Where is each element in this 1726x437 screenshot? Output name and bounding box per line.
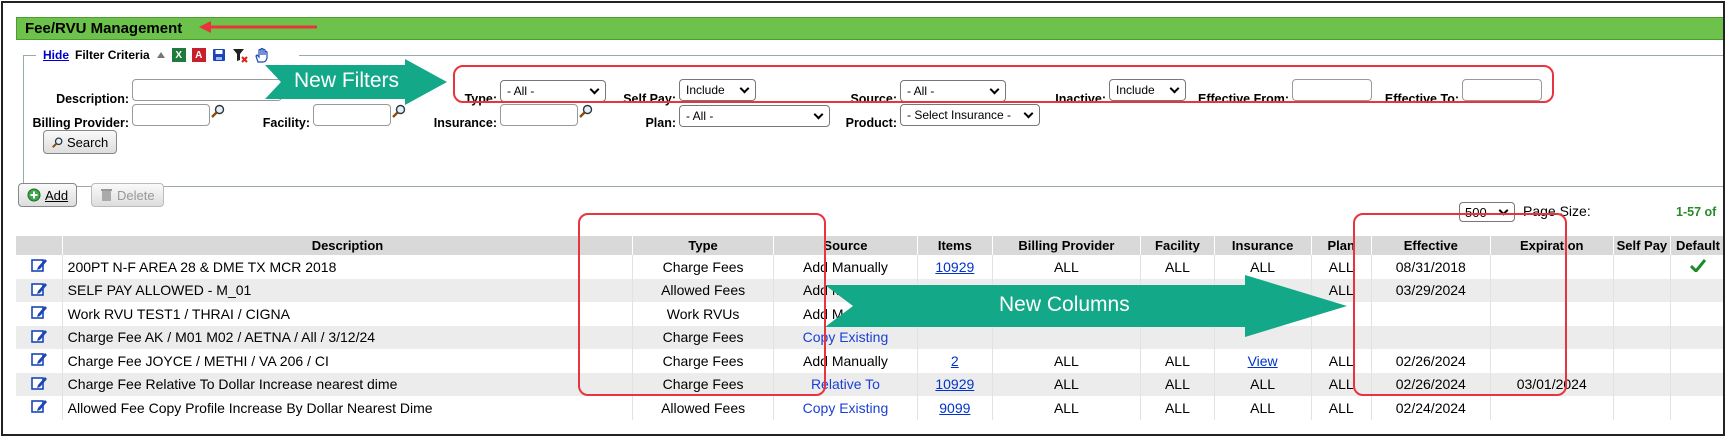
edit-icon[interactable] (31, 376, 47, 390)
facility-cell: ALL (1164, 258, 1190, 275)
description-cell: Work RVU TEST1 / THRAI / CIGNA (67, 305, 290, 322)
clear-filter-icon[interactable] (232, 48, 248, 63)
save-icon[interactable] (212, 48, 226, 62)
filter-legend: Hide Filter Criteria X A (39, 46, 272, 64)
type-source-highlight (578, 213, 826, 396)
insurance-cell: ALL (1250, 258, 1276, 275)
billing-provider-cell: ALL (1053, 258, 1079, 275)
edit-icon[interactable] (31, 352, 47, 367)
edit-icon[interactable] (31, 399, 47, 414)
column-header[interactable]: Facility (1140, 236, 1215, 255)
billing-provider-label: Billing Provider: (32, 116, 129, 130)
description-cell: SELF PAY ALLOWED - M_01 (67, 282, 252, 299)
billing-provider-search-icon[interactable] (211, 104, 225, 118)
plan-cell: ALL (1328, 399, 1354, 416)
facility-cell: ALL (1164, 352, 1190, 369)
insurance-input[interactable] (500, 104, 578, 126)
delete-button[interactable]: Delete (91, 183, 164, 207)
record-range: 1-57 of (1676, 205, 1717, 219)
page-title: Fee/RVU Management (25, 20, 183, 37)
billing-provider-cell: ALL (1053, 376, 1079, 393)
facility-label: Facility: (262, 116, 310, 130)
description-cell: 200PT N-F AREA 28 & DME TX MCR 2018 (67, 258, 337, 275)
billing-provider-cell: ALL (1053, 399, 1079, 416)
filter-criteria-label: Filter Criteria (75, 48, 150, 62)
insurance-cell: ALL (1250, 399, 1276, 416)
edit-icon[interactable] (31, 258, 47, 273)
title-pointer-arrow-icon (199, 21, 317, 33)
plan-label: Plan: (645, 116, 676, 130)
description-label: Description: (56, 92, 129, 106)
product-select[interactable]: - Select Insurance - (900, 104, 1040, 126)
source-link[interactable]: Copy Existing (803, 400, 889, 416)
excel-export-icon[interactable]: X (171, 48, 186, 62)
column-header (16, 236, 63, 255)
edit-icon[interactable] (31, 329, 47, 343)
hide-filter-link[interactable]: Hide (43, 48, 69, 62)
search-icon (52, 137, 63, 148)
description-cell: Charge Fee JOYCE / METHI / VA 206 / CI (67, 352, 329, 369)
new-filters-callout-text: New Filters (294, 69, 400, 92)
billing-provider-input[interactable] (132, 104, 210, 126)
items-link[interactable]: 9099 (939, 400, 970, 416)
new-columns-highlight (1353, 213, 1567, 396)
billing-provider-cell: ALL (1053, 352, 1079, 369)
description-cell: Charge Fee Relative To Dollar Increase n… (67, 376, 398, 393)
product-label: Product: (845, 116, 897, 130)
table-row[interactable]: Allowed Fee Copy Profile Increase By Dol… (16, 396, 1723, 420)
default-check-icon (1689, 258, 1707, 273)
facility-search-icon[interactable] (392, 104, 406, 118)
description-cell: Allowed Fee Copy Profile Increase By Dol… (67, 399, 433, 416)
new-columns-callout-text: New Columns (999, 293, 1130, 316)
app-frame: Fee/RVU Management Hide Filter Criteria … (1, 1, 1725, 436)
type-cell: Allowed Fees (661, 399, 746, 416)
items-link[interactable]: 10929 (935, 376, 974, 392)
plan-select[interactable]: - All - (679, 105, 830, 127)
effective-cell: 02/24/2024 (1395, 399, 1466, 416)
facility-cell: ALL (1164, 376, 1190, 393)
plan-cell: ALL (1328, 376, 1354, 393)
column-header[interactable]: Billing Provider (992, 236, 1142, 255)
column-header[interactable]: Items (917, 236, 993, 255)
description-cell: Charge Fee AK / M01 M02 / AETNA / All / … (67, 329, 376, 346)
plan-cell: ALL (1328, 352, 1354, 369)
column-header[interactable]: Self Pay (1613, 236, 1671, 255)
plan-cell: ALL (1328, 258, 1354, 275)
facility-cell: ALL (1164, 399, 1190, 416)
column-header[interactable]: Insurance (1214, 236, 1312, 255)
description-input[interactable] (132, 79, 282, 101)
edit-icon[interactable] (31, 305, 47, 320)
insurance-cell: ALL (1250, 376, 1276, 393)
insurance-view-link[interactable]: View (1248, 353, 1278, 369)
insurance-label: Insurance: (433, 116, 497, 130)
collapse-triangle-icon[interactable] (156, 50, 166, 60)
trash-icon (101, 189, 112, 201)
add-button[interactable]: Add (18, 183, 78, 207)
edit-icon[interactable] (31, 282, 47, 296)
search-button[interactable]: Search (43, 130, 118, 154)
add-icon (27, 188, 41, 202)
items-link[interactable]: 2 (951, 353, 959, 369)
insurance-search-icon[interactable] (579, 104, 593, 118)
column-header[interactable]: Description (62, 236, 634, 255)
new-filters-highlight (453, 65, 1554, 103)
column-header[interactable]: Default (1670, 236, 1723, 255)
pdf-export-icon[interactable]: A (191, 48, 206, 62)
items-link[interactable]: 10929 (935, 259, 974, 275)
facility-input[interactable] (313, 104, 391, 126)
